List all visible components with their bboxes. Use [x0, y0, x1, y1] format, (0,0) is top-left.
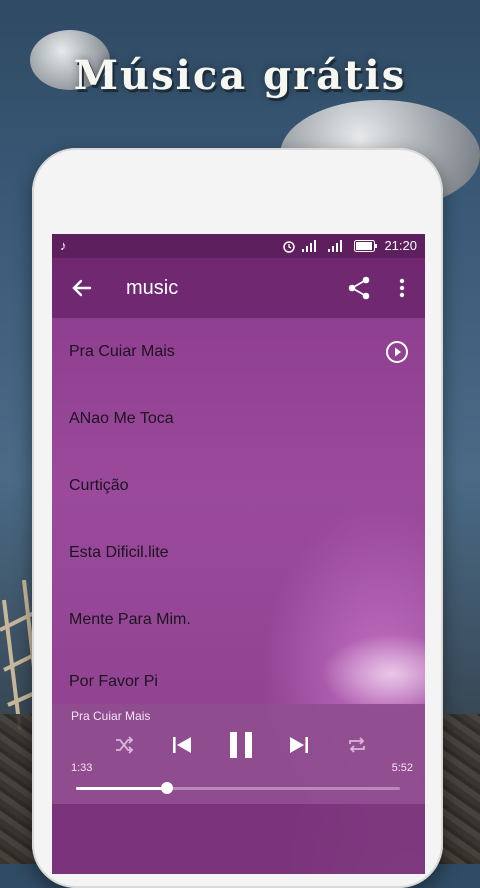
player-bar: Pra Cuiar Mais 1:33 5:52 [52, 704, 425, 804]
more-vert-icon[interactable] [392, 274, 412, 302]
app-toolbar: music [52, 258, 425, 318]
share-icon[interactable] [346, 274, 372, 302]
seek-bar-thumb[interactable] [160, 782, 173, 794]
seek-bar[interactable] [76, 782, 400, 794]
song-list: Pra Cuiar Mais ANao Me Toca Curtição Est… [52, 318, 425, 693]
signal-icon-2 [328, 239, 343, 252]
status-bar: ♪ 21:20 [52, 234, 425, 258]
total-duration: 5:52 [391, 762, 413, 774]
seek-bar-progress [76, 787, 167, 790]
shuffle-icon[interactable] [113, 734, 135, 756]
play-circle-icon[interactable] [385, 340, 409, 364]
song-item[interactable]: Pra Cuiar Mais [52, 318, 425, 385]
song-item[interactable]: Mente Para Mim. [52, 586, 425, 653]
pause-icon[interactable] [227, 730, 255, 760]
battery-icon [354, 239, 378, 252]
alarm-icon [283, 240, 296, 253]
signal-icon [302, 239, 317, 252]
song-title: Por Favor Pi [69, 673, 158, 690]
repeat-icon[interactable] [346, 734, 368, 756]
promo-title: Música grátis [73, 52, 407, 99]
song-title: Curtição [69, 477, 129, 494]
skip-next-icon[interactable] [287, 734, 311, 756]
status-time: 21:20 [384, 238, 417, 253]
song-item[interactable]: Esta Dificil.lite [52, 519, 425, 586]
song-item[interactable]: Curtição [52, 452, 425, 519]
song-title: Pra Cuiar Mais [69, 343, 175, 360]
music-note-icon: ♪ [60, 238, 67, 253]
song-title: Mente Para Mim. [69, 611, 191, 628]
song-title: Esta Dificil.lite [69, 544, 169, 561]
toolbar-title: music [126, 277, 179, 299]
song-item[interactable]: Por Favor Pi [52, 653, 425, 693]
song-item[interactable]: ANao Me Toca [52, 385, 425, 452]
app-screen: ♪ 21:20 music Pra Cuiar Mais ANao Me Toc… [52, 234, 425, 874]
skip-previous-icon[interactable] [170, 734, 194, 756]
elapsed-time: 1:33 [71, 762, 93, 774]
song-title: ANao Me Toca [69, 410, 174, 427]
now-playing-title: Pra Cuiar Mais [71, 709, 151, 723]
arrow-left-icon[interactable] [68, 274, 96, 302]
